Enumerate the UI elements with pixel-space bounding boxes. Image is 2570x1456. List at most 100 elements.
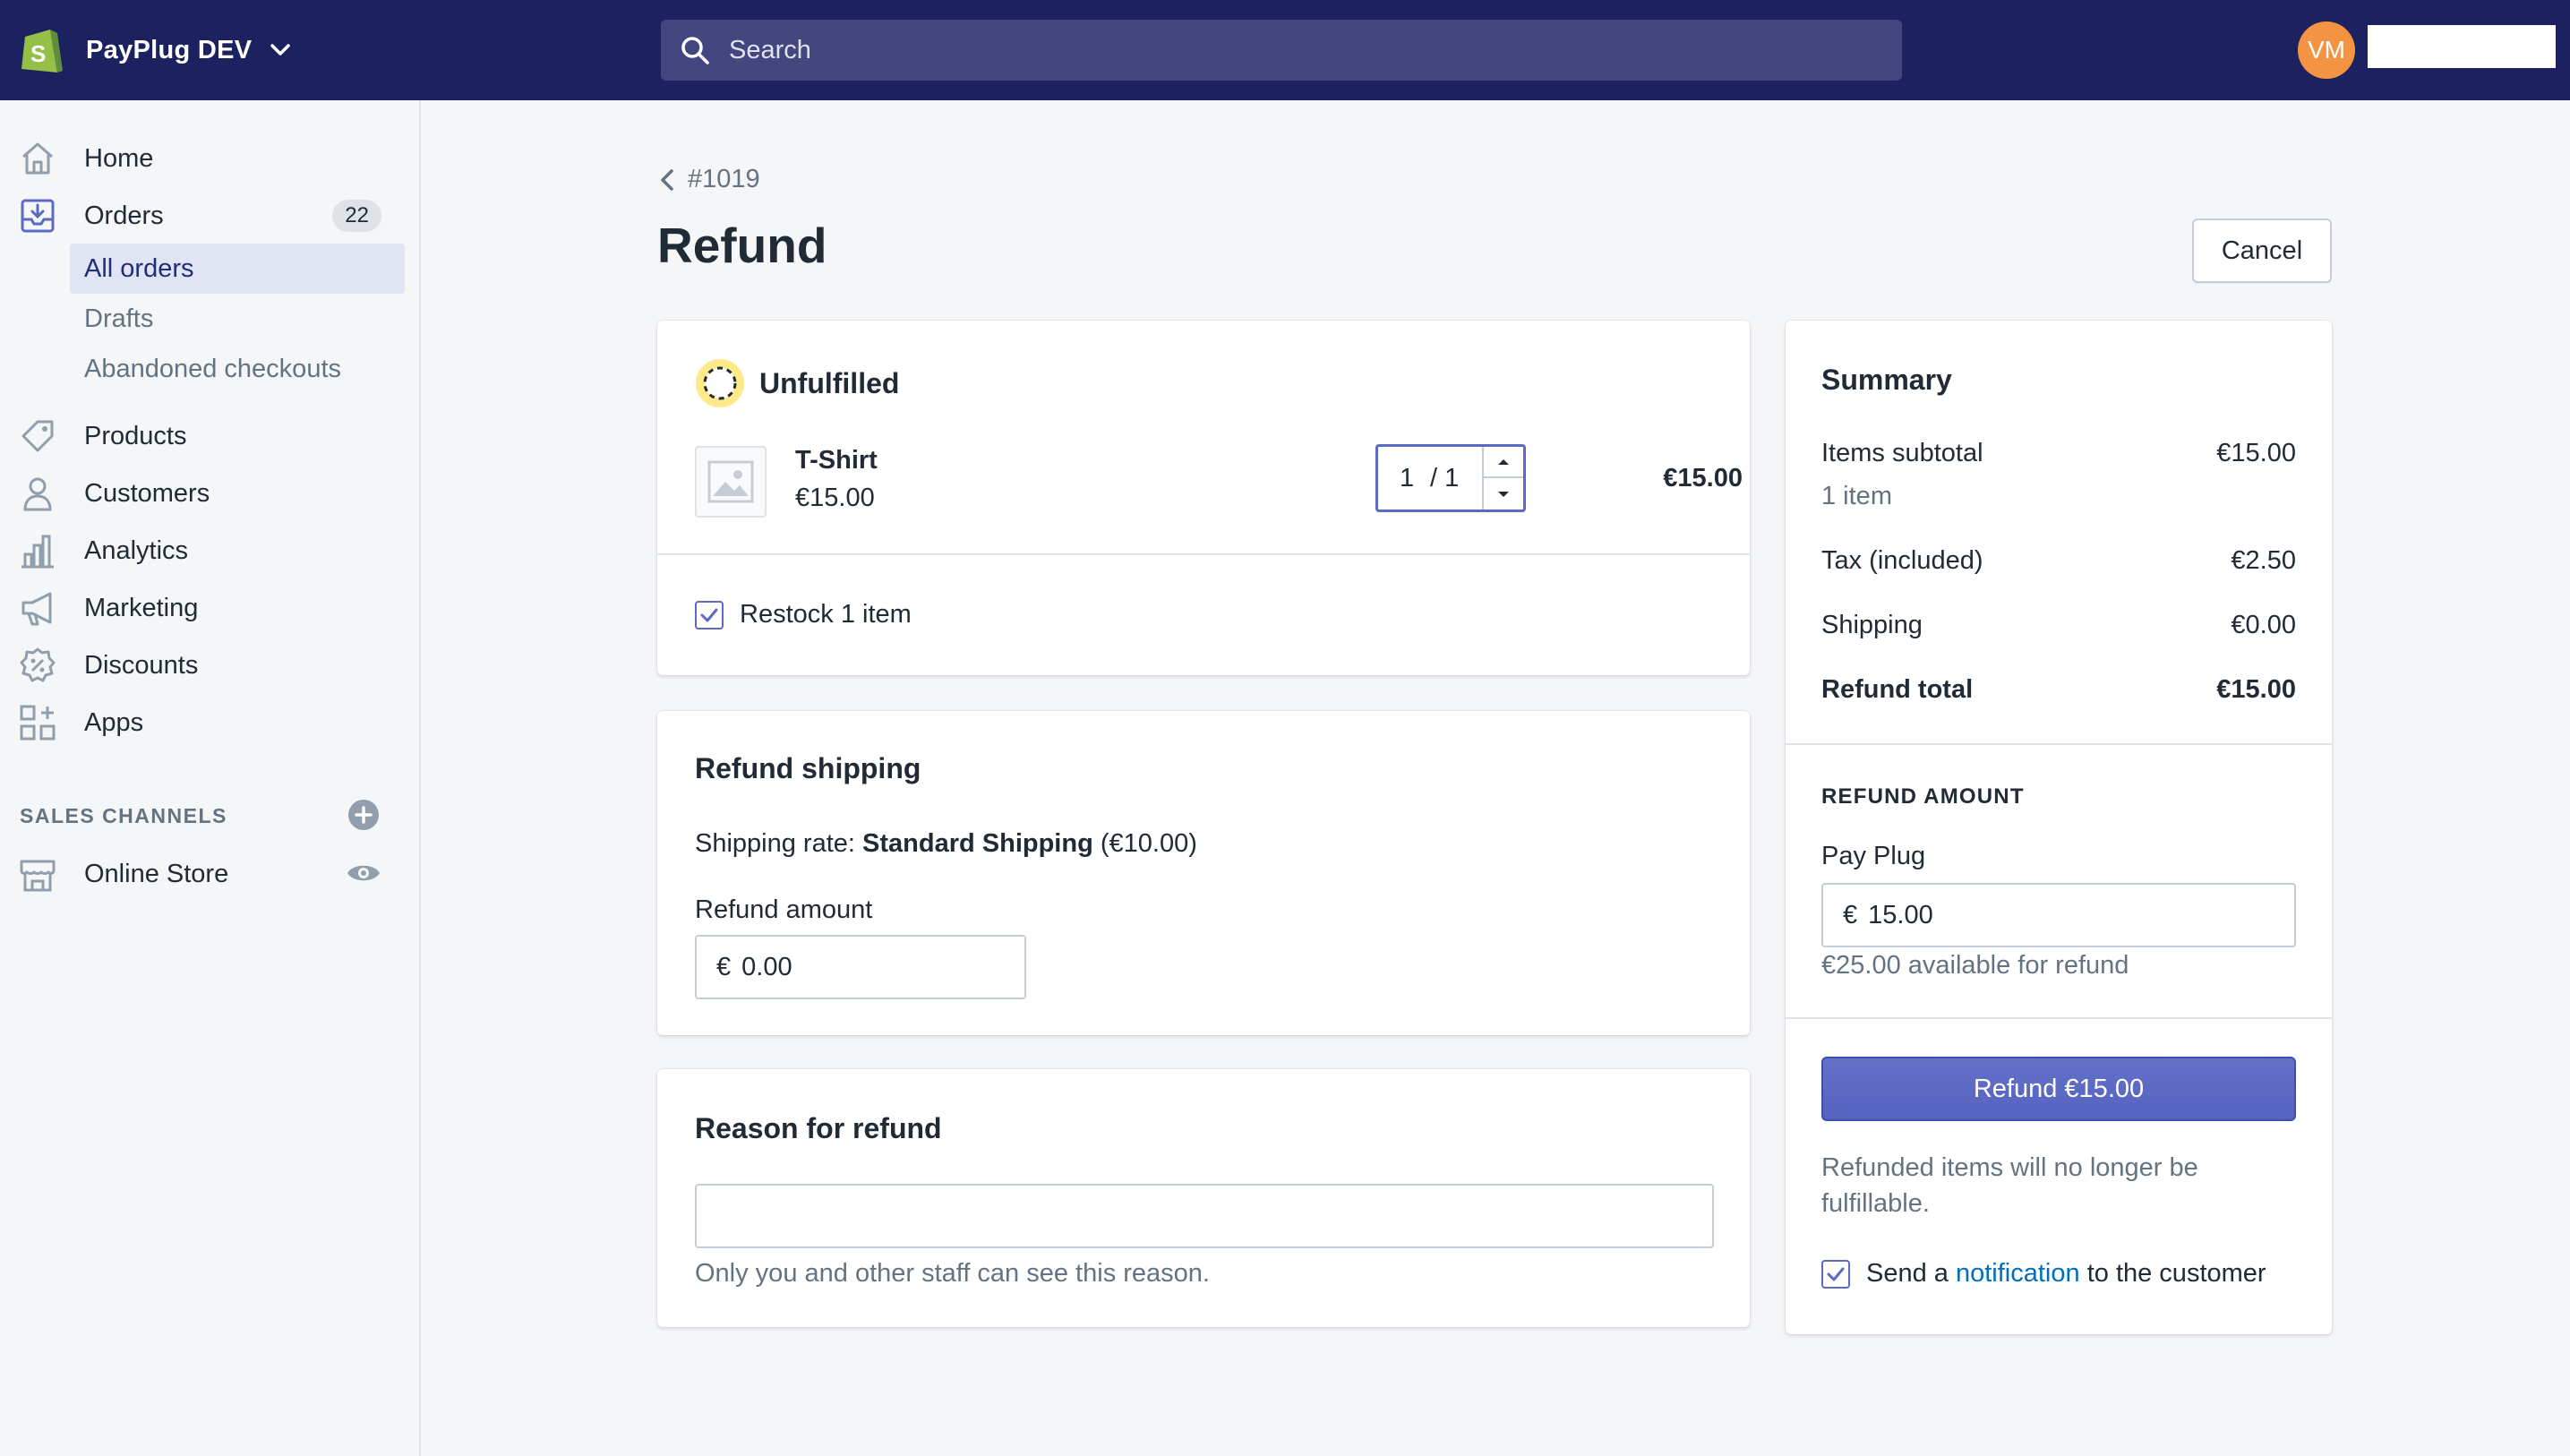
megaphone-icon	[21, 592, 52, 626]
checkmark-icon	[1827, 1267, 1845, 1280]
refund-shipping-title: Refund shipping	[695, 752, 921, 784]
search-input[interactable]	[729, 35, 1803, 65]
caret-up-icon	[1498, 458, 1509, 465]
sidebar: Home Orders 22 All orders Drafts Abandon…	[0, 100, 421, 1456]
refund-amount-heading: REFUND AMOUNT	[1821, 784, 2025, 809]
restock-checkbox-row[interactable]: Restock 1 item	[695, 600, 912, 630]
caret-down-icon	[1498, 491, 1509, 497]
tax-value: €2.50	[2231, 546, 2296, 575]
notification-link[interactable]: notification	[1956, 1259, 2080, 1288]
cancel-button[interactable]: Cancel	[2192, 218, 2332, 283]
refund-button[interactable]: Refund €15.00	[1821, 1057, 2296, 1121]
notify-customer-checkbox[interactable]	[1821, 1259, 1850, 1289]
reason-card: Reason for refund Only you and other sta…	[657, 1069, 1750, 1327]
divider	[1786, 743, 2332, 745]
shipping-refund-amount-value: 0.00	[741, 952, 792, 981]
sidebar-item-label: Customers	[84, 478, 210, 508]
sidebar-item-label: Online Store	[84, 859, 229, 888]
sidebar-item-marketing[interactable]: Marketing	[18, 583, 403, 633]
sidebar-item-discounts[interactable]: Discounts	[18, 640, 403, 690]
sidebar-subitem-all-orders[interactable]: All orders	[70, 244, 405, 294]
customer-icon	[23, 477, 52, 511]
product-thumbnail	[695, 446, 767, 518]
tax-label: Tax (included)	[1821, 546, 1983, 575]
breadcrumb-back-link[interactable]: #1019	[657, 165, 760, 194]
gateway-refund-amount-value: 15.00	[1868, 900, 1933, 929]
analytics-icon	[21, 535, 54, 569]
store-switcher[interactable]: S PayPlug DEV	[18, 23, 293, 77]
sidebar-item-label: Analytics	[84, 535, 189, 565]
notify-prefix: Send a	[1866, 1259, 1956, 1288]
currency-symbol: €	[1843, 900, 1858, 929]
sidebar-item-analytics[interactable]: Analytics	[18, 526, 403, 576]
eye-icon[interactable]	[346, 860, 381, 886]
sidebar-item-orders[interactable]: Orders 22	[18, 191, 403, 241]
divider	[1786, 1017, 2332, 1019]
sidebar-subitem-drafts[interactable]: Drafts	[70, 294, 405, 344]
sales-channels-heading: SALES CHANNELS	[20, 804, 227, 827]
items-subtotal-value: €15.00	[2216, 439, 2296, 467]
unfulfilled-title: Unfulfilled	[759, 367, 900, 399]
unfulfilled-card: Unfulfilled T-Shirt €15.00 €15.00 Restoc…	[657, 321, 1750, 675]
notify-checkbox-row[interactable]: Send a notification to the customer	[1821, 1259, 2266, 1289]
refund-amount-label: Refund amount	[695, 895, 873, 924]
chevron-left-icon	[661, 168, 673, 191]
line-total: €15.00	[1663, 464, 1743, 492]
product-name[interactable]: T-Shirt	[795, 446, 878, 475]
svg-text:S: S	[30, 40, 46, 67]
sidebar-item-label: Discounts	[84, 650, 199, 680]
available-for-refund: €25.00 available for refund	[1821, 951, 2129, 980]
top-bar: S PayPlug DEV VM	[0, 0, 2570, 100]
store-icon	[20, 860, 56, 892]
sidebar-item-apps[interactable]: Apps	[18, 698, 403, 748]
reason-input[interactable]	[695, 1184, 1714, 1248]
increment-button[interactable]	[1484, 447, 1523, 478]
quantity-stepper[interactable]: 1 / 1	[1375, 444, 1526, 512]
page-title: Refund	[657, 218, 827, 273]
notify-label: Send a notification to the customer	[1866, 1259, 2266, 1289]
discount-icon	[20, 647, 56, 682]
shipping-rate-name: Standard Shipping	[862, 829, 1093, 858]
refund-total-label: Refund total	[1821, 675, 1974, 704]
product-price: €15.00	[795, 484, 875, 512]
search-icon	[681, 37, 709, 64]
tag-icon	[21, 420, 54, 452]
summary-card: Summary Items subtotal €15.00 1 item Tax…	[1786, 321, 2332, 1334]
store-name: PayPlug DEV	[86, 35, 253, 64]
items-count: 1 item	[1821, 482, 1892, 510]
orders-count-badge: 22	[332, 200, 381, 232]
sidebar-item-home[interactable]: Home	[18, 133, 403, 184]
shipping-rate-text: Shipping rate: Standard Shipping (€10.00…	[695, 829, 1197, 859]
orders-icon	[21, 199, 55, 233]
unfulfilled-status-icon	[696, 359, 744, 407]
shipping-rate-prefix: Shipping rate:	[695, 829, 863, 858]
sidebar-item-products[interactable]: Products	[18, 411, 403, 461]
image-placeholder-icon	[707, 460, 754, 503]
restock-checkbox[interactable]	[695, 600, 724, 630]
restock-label: Restock 1 item	[740, 600, 912, 629]
decrement-button[interactable]	[1484, 478, 1523, 510]
user-name-box[interactable]	[2368, 25, 2556, 68]
sidebar-subitem-abandoned-checkouts[interactable]: Abandoned checkouts	[70, 344, 405, 394]
shipping-value: €0.00	[2231, 611, 2296, 639]
quantity-value[interactable]: 1	[1400, 464, 1418, 493]
add-circle-icon[interactable]	[347, 799, 380, 831]
search-bar[interactable]	[661, 20, 1902, 81]
sidebar-item-label: Products	[84, 421, 187, 450]
avatar[interactable]: VM	[2298, 21, 2355, 79]
sidebar-item-customers[interactable]: Customers	[18, 468, 403, 518]
notify-suffix: to the customer	[2079, 1259, 2266, 1288]
reason-title: Reason for refund	[695, 1112, 942, 1144]
sidebar-item-label: Home	[84, 143, 154, 173]
refund-shipping-card: Refund shipping Shipping rate: Standard …	[657, 711, 1750, 1035]
gateway-refund-amount-field[interactable]: € 15.00	[1821, 883, 2296, 947]
apps-icon	[20, 705, 56, 741]
quantity-total: / 1	[1430, 463, 1460, 492]
currency-symbol: €	[716, 952, 732, 981]
breadcrumb-label: #1019	[688, 165, 760, 193]
shipping-refund-amount-field[interactable]: € 0.00	[695, 935, 1026, 999]
sidebar-item-label: Marketing	[84, 593, 199, 622]
shipping-rate-amount: (€10.00)	[1092, 829, 1197, 858]
sidebar-item-label: Orders	[84, 201, 164, 230]
gateway-label: Pay Plug	[1821, 842, 1926, 870]
